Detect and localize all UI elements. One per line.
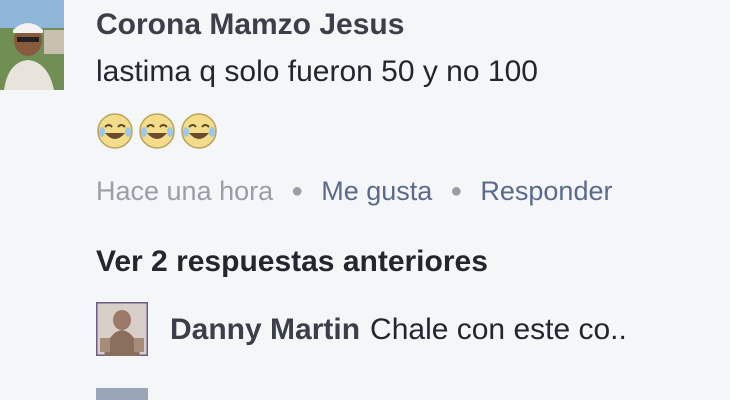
- reply-button[interactable]: Responder: [480, 176, 612, 207]
- reply-text: Chale con este co..: [370, 313, 627, 346]
- commenter-avatar[interactable]: [0, 0, 64, 90]
- comment-text: lastima q solo fueron 50 y no 100: [96, 55, 538, 88]
- crying-laughing-emoji-icon: [181, 113, 217, 149]
- separator-dot: ●: [291, 180, 304, 202]
- crying-laughing-emoji-icon: [97, 113, 133, 149]
- like-button[interactable]: Me gusta: [321, 176, 432, 207]
- comment-author-name[interactable]: Corona Mamzo Jesus: [96, 8, 404, 42]
- comment-timestamp: Hace una hora: [96, 176, 274, 206]
- reply-avatar[interactable]: [96, 302, 148, 356]
- view-previous-replies-link[interactable]: Ver 2 respuestas anteriores: [96, 245, 488, 279]
- comment-meta-row: Hace una hora ● Me gusta ● Responder: [96, 176, 612, 207]
- crying-laughing-emoji-icon: [139, 113, 175, 149]
- reply-author-name[interactable]: Danny Martin: [170, 313, 360, 346]
- emoji-row: [96, 112, 218, 150]
- separator-dot: ●: [450, 180, 463, 202]
- reply-item: Danny Martin Chale con este co..: [170, 313, 627, 347]
- next-reply-avatar[interactable]: [96, 388, 148, 400]
